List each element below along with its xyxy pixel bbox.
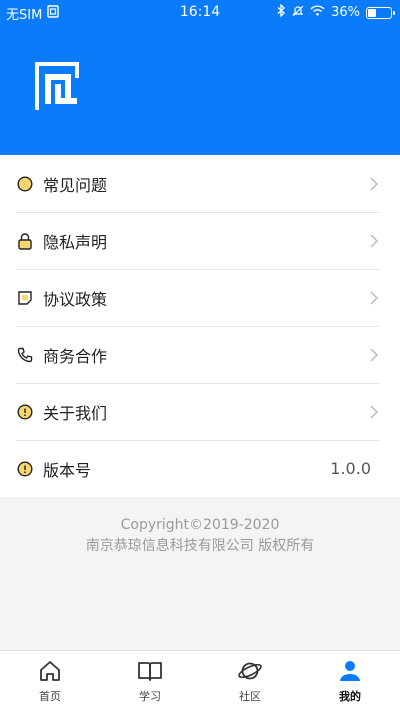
app-logo-icon bbox=[35, 62, 79, 110]
menu-item-about[interactable]: 关于我们 bbox=[0, 383, 400, 440]
menu-item-version: 版本号 1.0.0 bbox=[0, 440, 400, 497]
book-icon bbox=[138, 662, 162, 681]
tab-home[interactable]: 首页 bbox=[0, 651, 100, 710]
home-icon bbox=[40, 661, 60, 681]
do-not-disturb-icon bbox=[292, 5, 304, 21]
tab-mine[interactable]: 我的 bbox=[300, 651, 400, 710]
battery-icon bbox=[366, 6, 395, 19]
lock-icon bbox=[16, 232, 34, 250]
menu-item-label: 关于我们 bbox=[43, 403, 108, 423]
user-icon bbox=[340, 661, 360, 681]
wifi-icon bbox=[310, 5, 325, 20]
app-logo-avatar[interactable] bbox=[24, 52, 92, 120]
copyright-footer: Copyright©2019-2020 南京恭琼信息科技有限公司 版权所有 bbox=[0, 515, 400, 557]
battery-percent: 36% bbox=[331, 5, 360, 20]
info-circle-icon bbox=[16, 403, 34, 421]
tab-label: 社区 bbox=[239, 690, 261, 703]
chevron-right-icon bbox=[370, 177, 378, 191]
tab-community[interactable]: 社区 bbox=[200, 651, 300, 710]
bottom-tab-bar: 首页 学习 社区 我的 bbox=[0, 650, 400, 710]
menu-item-label: 商务合作 bbox=[43, 346, 108, 366]
info-circle-icon bbox=[16, 460, 34, 478]
menu-item-label: 协议政策 bbox=[43, 289, 108, 309]
phone-icon bbox=[16, 346, 34, 364]
tab-label: 我的 bbox=[339, 690, 361, 703]
status-bar: 无SIM 16:14 36% bbox=[0, 0, 400, 24]
planet-icon bbox=[238, 662, 262, 680]
battery-fill bbox=[368, 8, 376, 17]
document-icon bbox=[16, 289, 34, 307]
tab-label: 学习 bbox=[139, 690, 161, 703]
menu-item-label: 隐私声明 bbox=[43, 232, 108, 252]
tab-study[interactable]: 学习 bbox=[100, 651, 200, 710]
help-circle-icon bbox=[16, 175, 34, 193]
bluetooth-icon bbox=[277, 3, 286, 21]
settings-menu: 常见问题 隐私声明 协议政策 商务合作 关于我们 版本号 1.0.0 bbox=[0, 155, 400, 497]
chevron-right-icon bbox=[370, 405, 378, 419]
company-line: 南京恭琼信息科技有限公司 版权所有 bbox=[85, 538, 315, 554]
menu-item-faq[interactable]: 常见问题 bbox=[0, 155, 400, 212]
menu-item-business[interactable]: 商务合作 bbox=[0, 326, 400, 383]
menu-item-privacy[interactable]: 隐私声明 bbox=[0, 212, 400, 269]
menu-item-label: 常见问题 bbox=[43, 175, 108, 195]
copyright-line: Copyright©2019-2020 bbox=[120, 517, 280, 533]
tab-label: 首页 bbox=[39, 690, 61, 703]
chevron-right-icon bbox=[370, 291, 378, 305]
profile-header: 无SIM 16:14 36% bbox=[0, 0, 400, 155]
version-number: 1.0.0 bbox=[330, 459, 371, 478]
chevron-right-icon bbox=[370, 348, 378, 362]
chevron-right-icon bbox=[370, 234, 378, 248]
menu-item-agreement[interactable]: 协议政策 bbox=[0, 269, 400, 326]
